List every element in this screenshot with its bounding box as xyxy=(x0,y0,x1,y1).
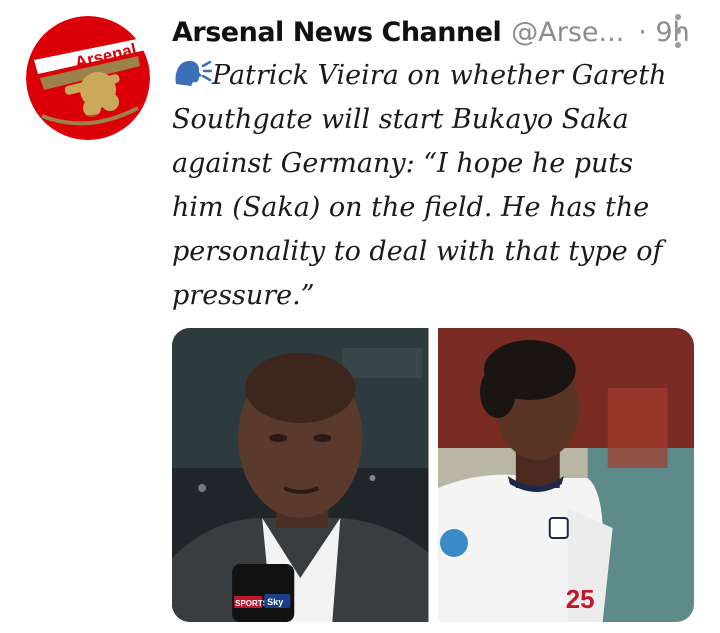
tweet-text: Patrick Vieira on whether Gareth Southga… xyxy=(172,60,667,311)
more-options-icon[interactable] xyxy=(672,14,684,48)
speaking-head-icon xyxy=(172,58,213,88)
shirt-number: 25 xyxy=(565,584,594,614)
mic-label: SPORTS xyxy=(235,599,269,608)
photo-bukayo-saka[interactable]: 25 xyxy=(437,328,694,622)
avatar[interactable]: Arsenal xyxy=(26,16,150,140)
arsenal-crest-icon: Arsenal xyxy=(26,16,150,140)
tweet-body: Patrick Vieira on whether Gareth Southga… xyxy=(172,54,672,318)
photo-patrick-vieira[interactable]: SPORTS Sky xyxy=(172,328,429,622)
author-handle[interactable]: @Arse... xyxy=(511,17,624,48)
mic-brand: Sky xyxy=(267,597,283,607)
tweet-header: Arsenal News Channel @Arse... · 9h xyxy=(172,12,690,52)
author-name[interactable]: Arsenal News Channel xyxy=(172,17,502,48)
media-grid: SPORTS Sky 25 xyxy=(172,328,694,622)
